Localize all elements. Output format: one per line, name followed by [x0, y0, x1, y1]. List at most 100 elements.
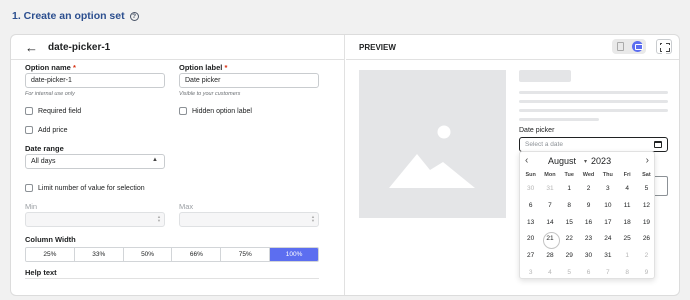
calendar-day[interactable]: 19: [637, 215, 656, 232]
limit-selection-checkbox[interactable]: Limit number of value for selection: [25, 184, 145, 192]
column-width-option[interactable]: 25%: [26, 248, 75, 261]
option-label-hint: Visible to your customers: [179, 91, 241, 97]
calendar-day[interactable]: 8: [560, 198, 579, 215]
calendar-day[interactable]: 31: [540, 181, 559, 198]
stepper-icon[interactable]: ▲ ▼: [157, 215, 161, 223]
calendar-icon[interactable]: [654, 141, 662, 148]
calendar-day[interactable]: 20: [521, 231, 540, 248]
date-picker-input[interactable]: Select a date: [519, 137, 668, 152]
calendar-day[interactable]: 16: [579, 215, 598, 232]
calendar-day[interactable]: 24: [598, 231, 617, 248]
device-toggle[interactable]: [612, 39, 646, 54]
fullscreen-icon[interactable]: [656, 39, 672, 54]
calendar-day[interactable]: 7: [598, 265, 617, 282]
calendar-day[interactable]: 9: [637, 265, 656, 282]
skeleton-line: [519, 109, 668, 112]
option-name-input[interactable]: date-picker-1: [25, 73, 165, 88]
date-picker-label: Date picker: [519, 127, 555, 134]
calendar-day[interactable]: 13: [521, 215, 540, 232]
year-select[interactable]: 2023: [591, 156, 611, 166]
calendar-day[interactable]: 11: [617, 198, 636, 215]
weekday-header: Fri: [623, 172, 631, 178]
calendar-day[interactable]: 10: [598, 198, 617, 215]
calendar-day[interactable]: 1: [617, 248, 636, 265]
help-text-label: Help text: [25, 268, 57, 277]
page-header: 1. Create an option set ?: [12, 10, 139, 22]
calendar-day[interactable]: 4: [617, 181, 636, 198]
calendar-day[interactable]: 28: [540, 248, 559, 265]
calendar-day[interactable]: 14: [540, 215, 559, 232]
preview-panel: PREVIEW Date picker Select a date ‹ Augu…: [346, 35, 679, 295]
column-width-option-selected[interactable]: 100%: [270, 248, 318, 261]
calendar-day[interactable]: 22: [560, 231, 579, 248]
option-set-card: ← date-picker-1 Option name * date-picke…: [10, 34, 680, 296]
calendar-day[interactable]: 3: [521, 265, 540, 282]
calendar-day[interactable]: 25: [617, 231, 636, 248]
max-input[interactable]: ▲ ▼: [179, 212, 319, 227]
column-width-option[interactable]: 75%: [221, 248, 271, 261]
calendar-day[interactable]: 6: [521, 198, 540, 215]
calendar-day[interactable]: 9: [579, 198, 598, 215]
calendar-day[interactable]: 5: [560, 265, 579, 282]
back-arrow-icon[interactable]: ←: [25, 41, 38, 54]
column-width-selector: 25% 33% 50% 66% 75% 100%: [25, 247, 319, 262]
weekday-header: Mon: [544, 172, 556, 178]
image-placeholder-icon: [389, 125, 475, 188]
calendar-day[interactable]: 7: [540, 198, 559, 215]
skeleton-line: [519, 118, 599, 121]
calendar-day[interactable]: 31: [598, 248, 617, 265]
calendar-day[interactable]: 12: [637, 198, 656, 215]
calendar-day[interactable]: 17: [598, 215, 617, 232]
date-range-select[interactable]: All days ▲: [25, 154, 165, 169]
desktop-icon[interactable]: [632, 41, 643, 52]
calendar-day[interactable]: 15: [560, 215, 579, 232]
calendar-day[interactable]: 30: [521, 181, 540, 198]
chevron-down-icon: ▾: [584, 158, 588, 165]
help-icon[interactable]: ?: [129, 11, 139, 21]
checkbox-box[interactable]: [25, 184, 33, 192]
weekday-header: Sat: [642, 172, 651, 178]
skeleton-title: [519, 70, 571, 82]
calendar-day[interactable]: 29: [560, 248, 579, 265]
calendar-day[interactable]: 5: [637, 181, 656, 198]
required-field-checkbox[interactable]: Required field: [25, 107, 81, 115]
calendar-day[interactable]: 6: [579, 265, 598, 282]
option-label-input[interactable]: Date picker: [179, 73, 319, 88]
checkbox-box[interactable]: [25, 126, 33, 134]
add-price-checkbox[interactable]: Add price: [25, 126, 68, 134]
min-input[interactable]: ▲ ▼: [25, 212, 165, 227]
calendar-day[interactable]: 4: [540, 265, 559, 282]
checkbox-box[interactable]: [179, 107, 187, 115]
calendar-day[interactable]: 26: [637, 231, 656, 248]
weekday-header: Thu: [602, 172, 613, 178]
preview-title: PREVIEW: [359, 42, 396, 52]
calendar-day[interactable]: 27: [521, 248, 540, 265]
calendar-day[interactable]: 23: [579, 231, 598, 248]
calendar-day[interactable]: 30: [579, 248, 598, 265]
calendar-day[interactable]: 8: [617, 265, 636, 282]
month-year-select[interactable]: August ▾ 2023: [548, 156, 611, 166]
hidden-option-label-checkbox[interactable]: Hidden option label: [179, 107, 252, 115]
option-editor-panel: ← date-picker-1 Option name * date-picke…: [11, 35, 345, 295]
column-width-label: Column Width: [25, 235, 76, 244]
product-image-placeholder: [359, 70, 506, 218]
help-text-divider: [25, 278, 319, 279]
stepper-icon[interactable]: ▲ ▼: [311, 215, 315, 223]
month-select[interactable]: August: [548, 156, 576, 166]
chevron-right-icon[interactable]: ›: [646, 155, 649, 166]
calendar-day[interactable]: 18: [617, 215, 636, 232]
column-width-option[interactable]: 66%: [172, 248, 222, 261]
calendar-day[interactable]: 3: [598, 181, 617, 198]
column-width-option[interactable]: 50%: [123, 248, 173, 261]
option-label-label: Option label *: [179, 63, 228, 72]
checkbox-box[interactable]: [25, 107, 33, 115]
calendar-day[interactable]: 2: [637, 248, 656, 265]
calendar-day[interactable]: 2: [579, 181, 598, 198]
weekday-header: Wed: [582, 172, 595, 178]
calendar-day-today[interactable]: 21: [540, 231, 561, 249]
calendar-header: ‹ August ▾ 2023 ›: [520, 152, 654, 170]
chevron-left-icon[interactable]: ‹: [525, 155, 528, 166]
calendar-day[interactable]: 1: [560, 181, 579, 198]
column-width-option[interactable]: 33%: [74, 248, 124, 261]
mobile-icon[interactable]: [617, 42, 624, 51]
